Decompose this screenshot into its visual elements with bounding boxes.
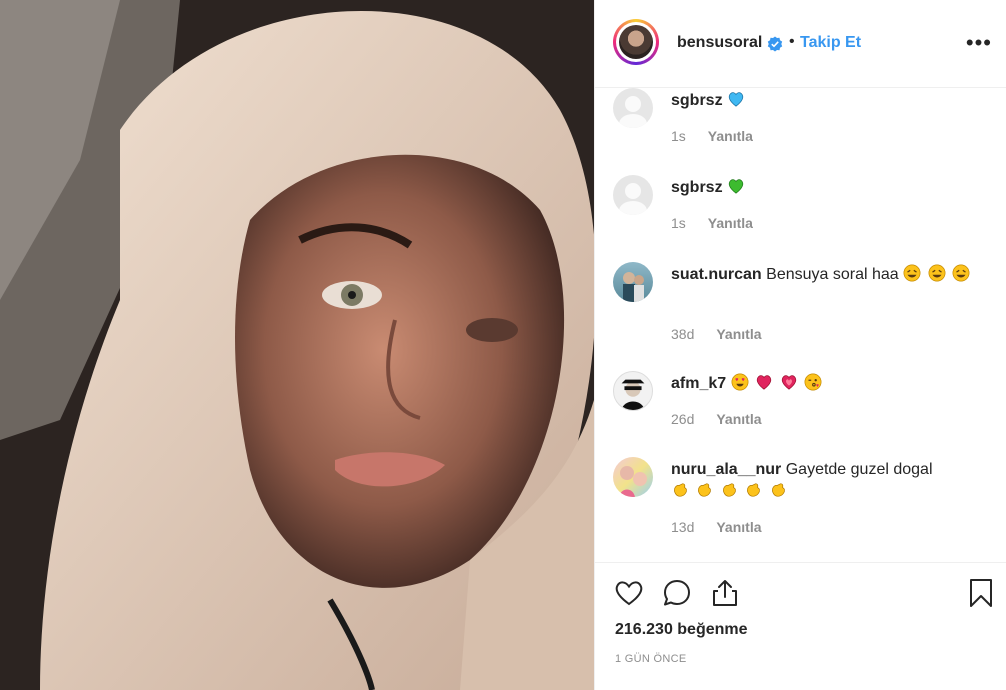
comment-age: 13d [671,519,695,535]
bookmark-icon[interactable] [965,577,997,609]
separator-dot: • [789,33,795,50]
comment-icon[interactable] [661,577,693,609]
comment-list[interactable]: sgbrsz 1s Yanıtla sgbrsz 1s Yanıtla suat… [595,88,1006,562]
follow-button[interactable]: Takip Et [800,34,861,52]
comment-body: afm_k7 [671,373,991,395]
green-heart-icon [728,179,744,194]
reply-button[interactable]: Yanıtla [716,411,761,427]
comment-meta: 1s Yanıtla [671,215,753,231]
post-timestamp[interactable]: 1 GÜN ÖNCE [615,653,686,665]
rofl-icon [928,264,946,282]
avatar [619,25,653,59]
story-ring[interactable] [613,19,659,65]
reply-button[interactable]: Yanıtla [716,326,761,342]
red-heart-icon [756,375,772,390]
like-count[interactable]: 216.230 beğenme [615,621,748,639]
comment-body: sgbrsz [671,90,991,112]
comment-avatar[interactable] [613,371,653,411]
reply-button[interactable]: Yanıtla [716,519,761,535]
author-username[interactable]: bensusoral [677,34,762,52]
growing-heart-icon [781,375,796,390]
clap-icon [722,483,736,497]
post-photo[interactable] [0,0,594,690]
reply-button[interactable]: Yanıtla [708,128,753,144]
comment-username[interactable]: afm_k7 [671,375,726,392]
comment-text: Bensuya soral haa [766,266,899,283]
clap-icon [674,483,687,497]
comment-age: 38d [671,326,695,342]
comment-text: Gayetde guzel dogal [785,461,933,478]
selfie-image [0,0,594,690]
avatar-photo [623,272,644,302]
comment-age: 26d [671,411,695,427]
comment-username[interactable]: sgbrsz [671,92,723,109]
share-icon[interactable] [709,577,741,609]
post-actions: 216.230 beğenme 1 GÜN ÖNCE [595,562,1006,690]
heart-eyes-icon [731,373,749,391]
heart-icon[interactable] [613,577,645,609]
comment-avatar[interactable] [613,88,653,128]
comment-body: suat.nurcan Bensuya soral haa [671,264,991,286]
post-header: bensusoral • Takip Et ••• [595,0,1006,88]
blue-heart-icon [728,92,744,107]
comment-username[interactable]: sgbrsz [671,179,723,196]
avatar-frame [616,22,656,62]
comment-avatar[interactable] [613,175,653,215]
instagram-post: bensusoral • Takip Et ••• sgbrsz 1s Yanıt… [0,0,1006,690]
rofl-icon [903,264,921,282]
comment-body: sgbrsz [671,177,991,199]
post-sidebar: bensusoral • Takip Et ••• sgbrsz 1s Yanıt… [594,0,1006,690]
avatar-photo [621,379,645,410]
clap-icon [747,483,761,497]
comment-meta: 13d Yanıtla [671,519,762,535]
comment-meta: 38d Yanıtla [671,326,762,342]
comment-age: 1s [671,128,686,144]
comment-avatar[interactable] [613,262,653,302]
kissing-wink-icon [804,373,822,391]
reply-button[interactable]: Yanıtla [708,215,753,231]
comment-avatar[interactable] [613,457,653,497]
comment-meta: 1s Yanıtla [671,128,753,144]
comment-meta: 26d Yanıtla [671,411,762,427]
comment-username[interactable]: nuru_ala__nur [671,461,781,478]
avatar-photo [619,466,647,497]
comment-body: nuru_ala__nur Gayetde guzel dogal [671,459,991,503]
comment-username[interactable]: suat.nurcan [671,266,762,283]
comment-age: 1s [671,215,686,231]
clap-icon [698,483,712,497]
verified-badge-icon [767,36,783,52]
rofl-icon [952,264,970,282]
more-options-icon[interactable]: ••• [966,30,992,56]
clap-icon [771,483,785,497]
